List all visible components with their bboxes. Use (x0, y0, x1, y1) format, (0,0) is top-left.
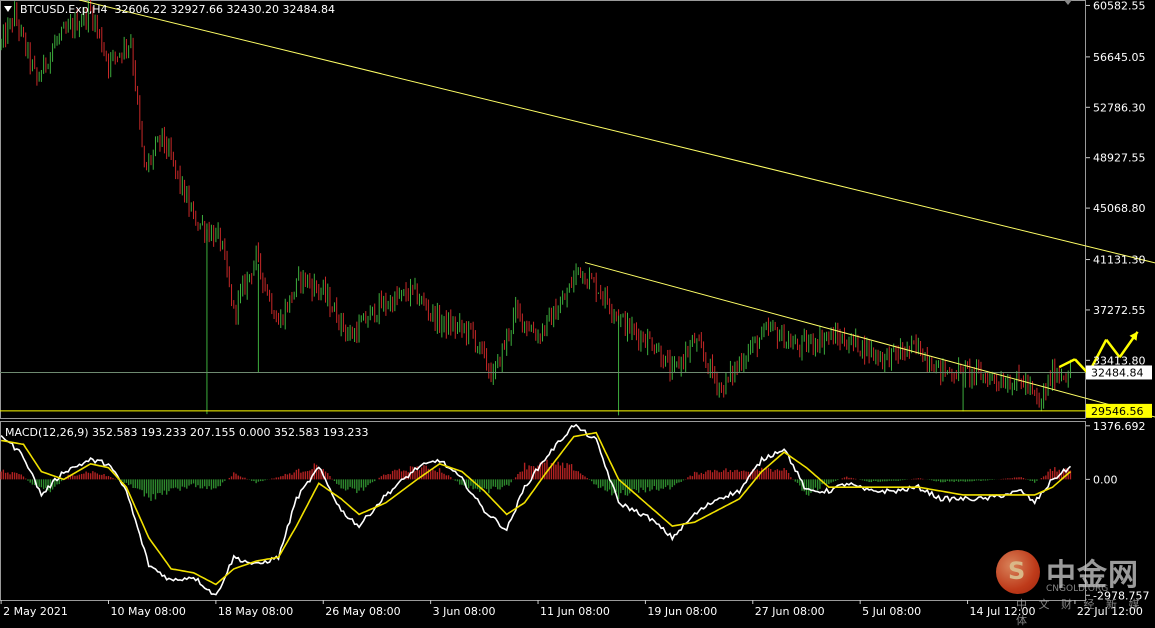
time-tick-label: 26 May 08:00 (325, 605, 400, 618)
price-tick-label: 41131.30 (1093, 254, 1146, 267)
time-tick-label: 5 Jul 08:00 (862, 605, 921, 618)
macd-tick-label: 0.00 (1093, 473, 1118, 486)
chart-background (0, 0, 1155, 622)
symbol-menu-icon[interactable] (4, 6, 12, 12)
price-tick-label: 60582.55 (1093, 0, 1146, 12)
current-price-label: 32484.84 (1091, 366, 1144, 379)
support-price-label: 29546.56 (1091, 405, 1144, 418)
time-tick-label: 10 May 08:00 (111, 605, 186, 618)
ohlc-values: 32606.22 32927.66 32430.20 32484.84 (114, 3, 335, 16)
time-tick-label: 27 Jun 08:00 (755, 605, 825, 618)
watermark-subtitle-en: CNGOLD.ORG (1046, 584, 1109, 594)
price-tick-label: 37272.55 (1093, 304, 1146, 317)
symbol-label: BTCUSD.Exp,H4 (20, 3, 108, 16)
trading-chart[interactable]: 60582.55 56645.05 52786.30 48927.55 45068.80… (0, 0, 1155, 622)
price-tick-label: 52786.30 (1093, 101, 1146, 114)
time-tick-label: 19 Jun 08:00 (647, 605, 717, 618)
price-tick-label: 56645.05 (1093, 51, 1146, 64)
cngold-logo-icon: S (996, 550, 1040, 594)
time-tick-label: 11 Jun 08:00 (540, 605, 610, 618)
price-tick-label: 33413.80 (1093, 354, 1146, 367)
watermark-subtitle-cn: 中 文 财 经 新 媒 体 (1016, 598, 1144, 627)
time-tick-label: 2 May 2021 (3, 605, 68, 618)
macd-header: MACD(12,26,9) 352.583 193.233 207.155 0.… (5, 426, 369, 439)
price-tick-label: 48927.55 (1093, 152, 1146, 165)
macd-tick-label: 1376.692 (1093, 420, 1146, 433)
price-header: BTCUSD.Exp,H4 32606.22 32927.66 32430.20… (20, 3, 335, 16)
price-tick-label: 45068.80 (1093, 202, 1146, 215)
time-tick-label: 18 May 08:00 (218, 605, 293, 618)
time-tick-label: 3 Jun 08:00 (433, 605, 496, 618)
watermark: S 中金网 CNGOLD.ORG 中 文 财 经 新 媒 体 (996, 548, 1146, 627)
